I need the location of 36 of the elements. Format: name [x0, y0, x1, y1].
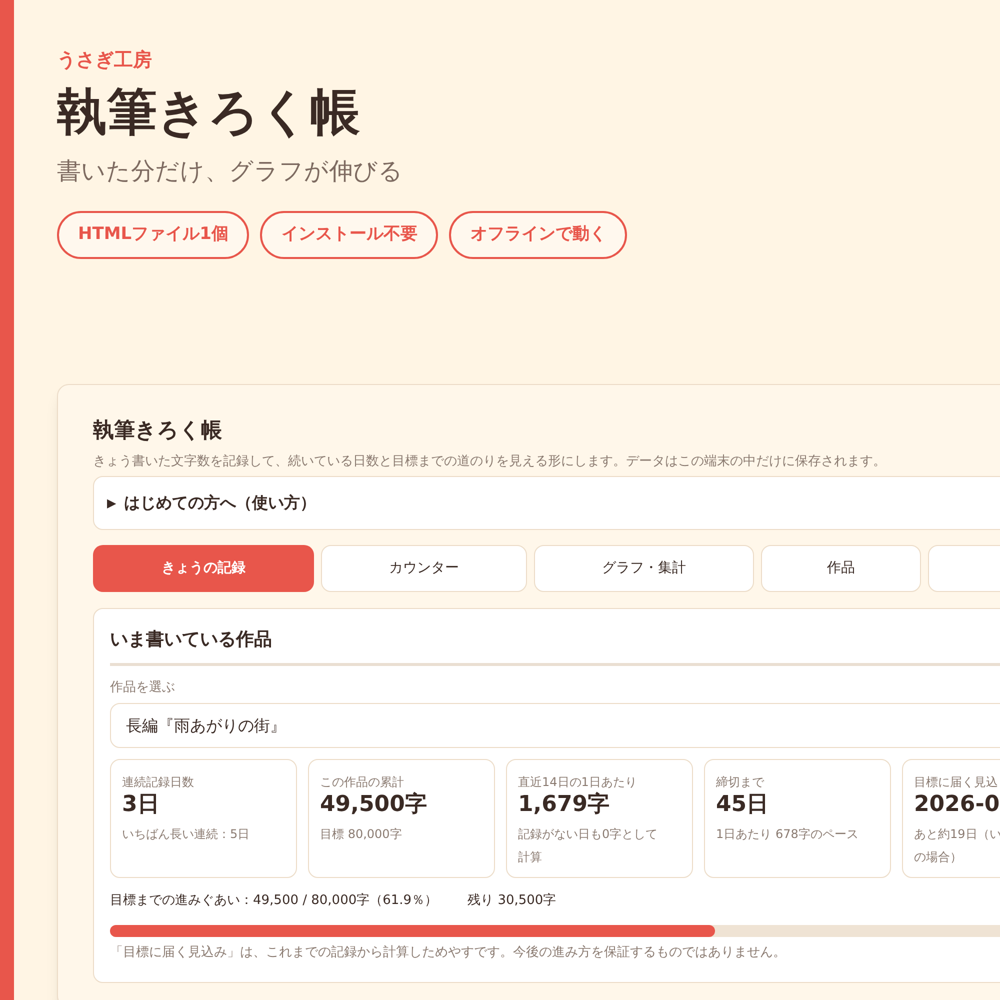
stat-value: 1,679字 — [518, 791, 610, 818]
progress-text: 目標までの進みぐあい：49,500 / 80,000字（61.9％） — [110, 892, 438, 910]
stat-label: この作品の累計 — [320, 774, 404, 791]
stat-value: 45日 — [716, 791, 769, 818]
stat-label: 直近14日の1日あたり — [518, 774, 637, 791]
feature-badge: HTMLファイル1個 — [57, 211, 250, 258]
stat-note: 1日あたり 678字のペース — [716, 826, 858, 842]
stat-note: 目標 80,000字 — [320, 826, 402, 842]
disclaimer-text: 「目標に届く見込み」は、これまでの記録から計算しためやすです。今後の進み方を保証するものではありません。 — [110, 944, 786, 962]
stat-note: の場合） — [914, 848, 962, 866]
tab[interactable]: カウンター — [321, 544, 527, 592]
stat-value: 2026-0 — [914, 791, 1000, 818]
feature-badge: インストール不要 — [260, 211, 438, 258]
tab[interactable]: 作品 — [761, 544, 921, 592]
stat-note: いちばん長い連続：5日 — [122, 826, 250, 842]
remaining-text: 残り 30,500字 — [468, 892, 556, 910]
page-title: 執筆きろく帳 — [57, 82, 360, 142]
help-disclosure[interactable]: ▶ はじめての方へ（使い方） — [93, 476, 1000, 530]
subtitle: 書いた分だけ、グラフが伸びる — [57, 156, 403, 187]
stat-note: 記録がない日も0字として — [518, 826, 658, 842]
stat-value: 49,500字 — [320, 791, 427, 818]
app-description: きょう書いた文字数を記録して、続いている日数と目標までの道のりを見える形にします。データはこの端末の中だけに保存されます。 — [93, 453, 886, 471]
feature-badge: オフラインで動く — [449, 211, 628, 258]
disclosure-triangle-icon: ▶ — [107, 494, 116, 512]
stat-value: 3日 — [122, 791, 160, 818]
tab[interactable]: グラフ・集計 — [534, 544, 754, 592]
tab[interactable]: きょうの記録 — [93, 544, 314, 592]
stat-note: 計算 — [518, 848, 542, 866]
app-title: 執筆きろく帳 — [93, 416, 222, 444]
work-select[interactable]: 長編『雨あがりの街』 — [110, 703, 1000, 748]
stat-label: 連続記録日数 — [122, 774, 194, 791]
brand-name: うさぎ工房 — [57, 48, 152, 73]
stat-label: 目標に届く見込 — [914, 774, 998, 791]
field-label: 作品を選ぶ — [110, 678, 175, 696]
section-heading: いま書いている作品 — [110, 628, 272, 652]
stat-label: 締切まで — [716, 774, 764, 791]
